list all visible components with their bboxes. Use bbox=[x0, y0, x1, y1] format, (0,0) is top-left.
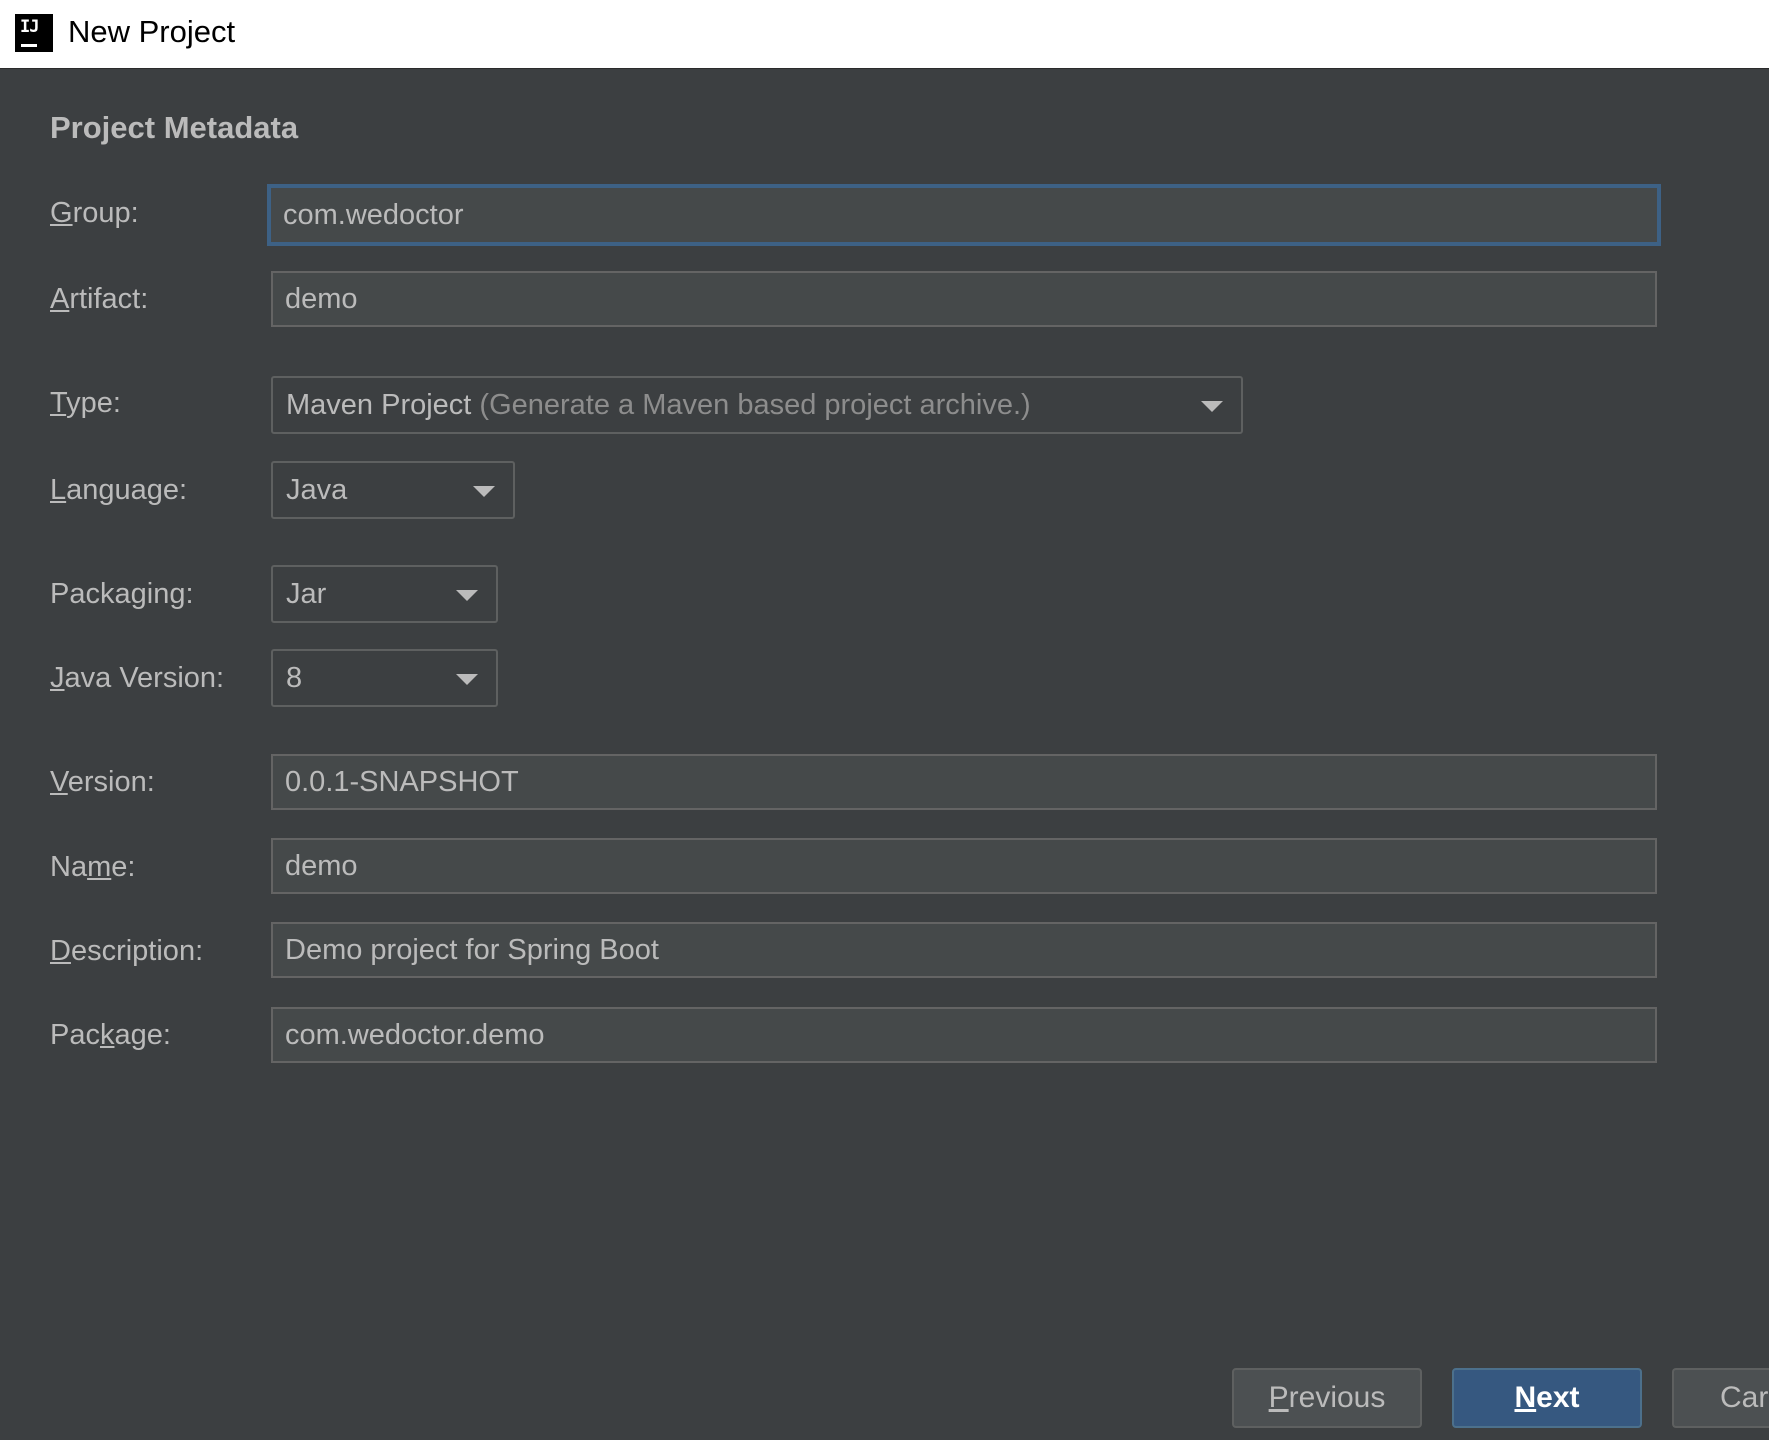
window-title: New Project bbox=[68, 14, 236, 49]
type-label: Type: bbox=[50, 387, 121, 419]
package-input[interactable]: com.wedoctor.demo bbox=[271, 1007, 1657, 1063]
java-version-label: Java Version: bbox=[50, 662, 225, 694]
chevron-down-icon bbox=[456, 590, 478, 601]
packaging-selected-value: Jar bbox=[286, 578, 327, 610]
next-button[interactable]: Next bbox=[1452, 1368, 1642, 1428]
type-dropdown[interactable]: Maven Project (Generate a Maven based pr… bbox=[271, 376, 1243, 434]
section-title: Project Metadata bbox=[50, 110, 299, 145]
java-version-selected-value: 8 bbox=[286, 662, 303, 694]
version-input[interactable]: 0.0.1-SNAPSHOT bbox=[271, 754, 1657, 810]
chevron-down-icon bbox=[456, 674, 478, 685]
java-version-dropdown[interactable]: 8 bbox=[271, 649, 498, 707]
version-label: Version: bbox=[50, 766, 155, 798]
group-label: Group: bbox=[50, 197, 139, 229]
type-description: (Generate a Maven based project archive.… bbox=[471, 389, 1031, 421]
type-selected-value: Maven Project bbox=[286, 389, 472, 421]
name-input[interactable]: demo bbox=[271, 838, 1657, 894]
cancel-button[interactable]: Car bbox=[1672, 1368, 1769, 1428]
chevron-down-icon bbox=[473, 486, 495, 497]
language-dropdown[interactable]: Java bbox=[271, 461, 515, 519]
package-label: Package: bbox=[50, 1019, 171, 1051]
previous-button[interactable]: Previous bbox=[1232, 1368, 1422, 1428]
group-input[interactable]: com.wedoctor bbox=[267, 184, 1661, 246]
artifact-input[interactable]: demo bbox=[271, 271, 1657, 327]
title-bar: IJ New Project bbox=[0, 0, 1769, 69]
packaging-label: Packaging: bbox=[50, 578, 194, 610]
app-icon-glyph: IJ bbox=[20, 17, 40, 37]
language-label: Language: bbox=[50, 474, 188, 506]
artifact-label: Artifact: bbox=[50, 283, 149, 315]
name-label: Name: bbox=[50, 851, 136, 883]
description-input[interactable]: Demo project for Spring Boot bbox=[271, 922, 1657, 978]
description-label: Description: bbox=[50, 935, 204, 967]
chevron-down-icon bbox=[1201, 401, 1223, 412]
language-selected-value: Java bbox=[286, 474, 348, 506]
packaging-dropdown[interactable]: Jar bbox=[271, 565, 498, 623]
intellij-app-icon: IJ bbox=[15, 14, 53, 52]
